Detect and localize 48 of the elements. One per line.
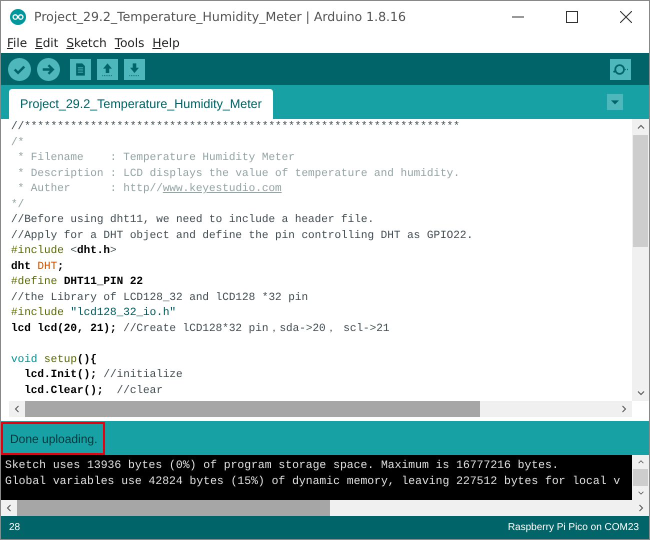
line-number: 28 <box>9 522 20 533</box>
scroll-down-icon[interactable] <box>636 388 646 398</box>
menu-item[interactable]: Edit <box>34 36 60 50</box>
code-line: //Apply for a DHT object and define the pin controlling DHT as GPIO22. <box>11 230 474 242</box>
code-line: lcd lcd(20, 21); //Create lCD128*32 pin，sda->20， scl->21 <box>11 322 390 334</box>
code-line: void setup(){ <box>11 354 97 366</box>
verify-icon[interactable] <box>8 58 31 80</box>
console-line: Global variables use 42824 bytes (15%) of dynamic memory, leaving 227512 bytes for local v <box>5 474 622 490</box>
scroll-up-icon[interactable] <box>636 458 646 466</box>
scroll-left-icon[interactable] <box>12 404 22 414</box>
scroll-right-icon[interactable] <box>619 404 629 414</box>
menu-item[interactable]: Help <box>151 36 181 50</box>
upload-icon[interactable] <box>37 58 60 80</box>
scroll-down-icon[interactable] <box>636 489 646 497</box>
maximize-icon[interactable] <box>566 10 578 22</box>
menu-item[interactable]: Tools <box>114 36 146 50</box>
code-line: /* <box>11 136 24 148</box>
console-horizontal-scrollbar[interactable] <box>1 500 649 516</box>
vertical-scrollbar[interactable] <box>632 119 649 401</box>
close-icon[interactable] <box>620 10 632 22</box>
serial-monitor-icon[interactable] <box>610 58 631 80</box>
status-message: Done uploading. <box>1 422 106 455</box>
code-line: #include "lcd128_32_io.h" <box>11 307 176 319</box>
code-line: //****************************************************************** <box>11 121 460 133</box>
code-line: lcd.Clear(); //clear <box>23 384 163 396</box>
code-line: * Description : LCD displays the value of temperature and humidity. <box>16 168 460 180</box>
code-line: * Filename : Temperature Humidity Meter <box>16 152 295 164</box>
window-title: Project_29.2_Temperature_Humidity_Meter | Arduino 1.8.16 <box>34 9 406 24</box>
sketch-tab[interactable]: Project_29.2_Temperature_Humidity_Meter <box>9 89 273 119</box>
code-line: //Before using dht11, we need to include a header file. <box>11 214 374 226</box>
code-line: dht DHT; <box>11 260 64 272</box>
code-line: //the Library of LCD128_32 and lCD128 *32 pin <box>11 292 308 304</box>
new-file-icon[interactable] <box>70 58 91 80</box>
code-line: */ <box>11 198 24 210</box>
code-line: lcd.Init(); //initialize <box>23 369 183 381</box>
menu-item[interactable]: File <box>6 36 28 50</box>
console-line: Sketch uses 13936 bytes (0%) of program storage space. Maximum is 16777216 bytes. <box>5 458 560 474</box>
board-port-label: Raspberry Pi Pico on COM23 <box>508 522 639 533</box>
scroll-left-icon[interactable] <box>4 503 14 513</box>
horizontal-scrollbar[interactable] <box>9 401 632 417</box>
dropdown-icon[interactable] <box>607 94 623 110</box>
menu-item[interactable]: Sketch <box>65 36 108 50</box>
code-line: #include <dht.h> <box>11 245 117 257</box>
scroll-right-icon[interactable] <box>636 503 646 513</box>
code-line: #define DHT11_PIN 22 <box>11 276 144 288</box>
console-vertical-scrollbar[interactable] <box>632 455 649 500</box>
arduino-logo-icon <box>10 8 26 24</box>
code-line: * Auther : http//www.keyestudio.com <box>16 183 282 195</box>
